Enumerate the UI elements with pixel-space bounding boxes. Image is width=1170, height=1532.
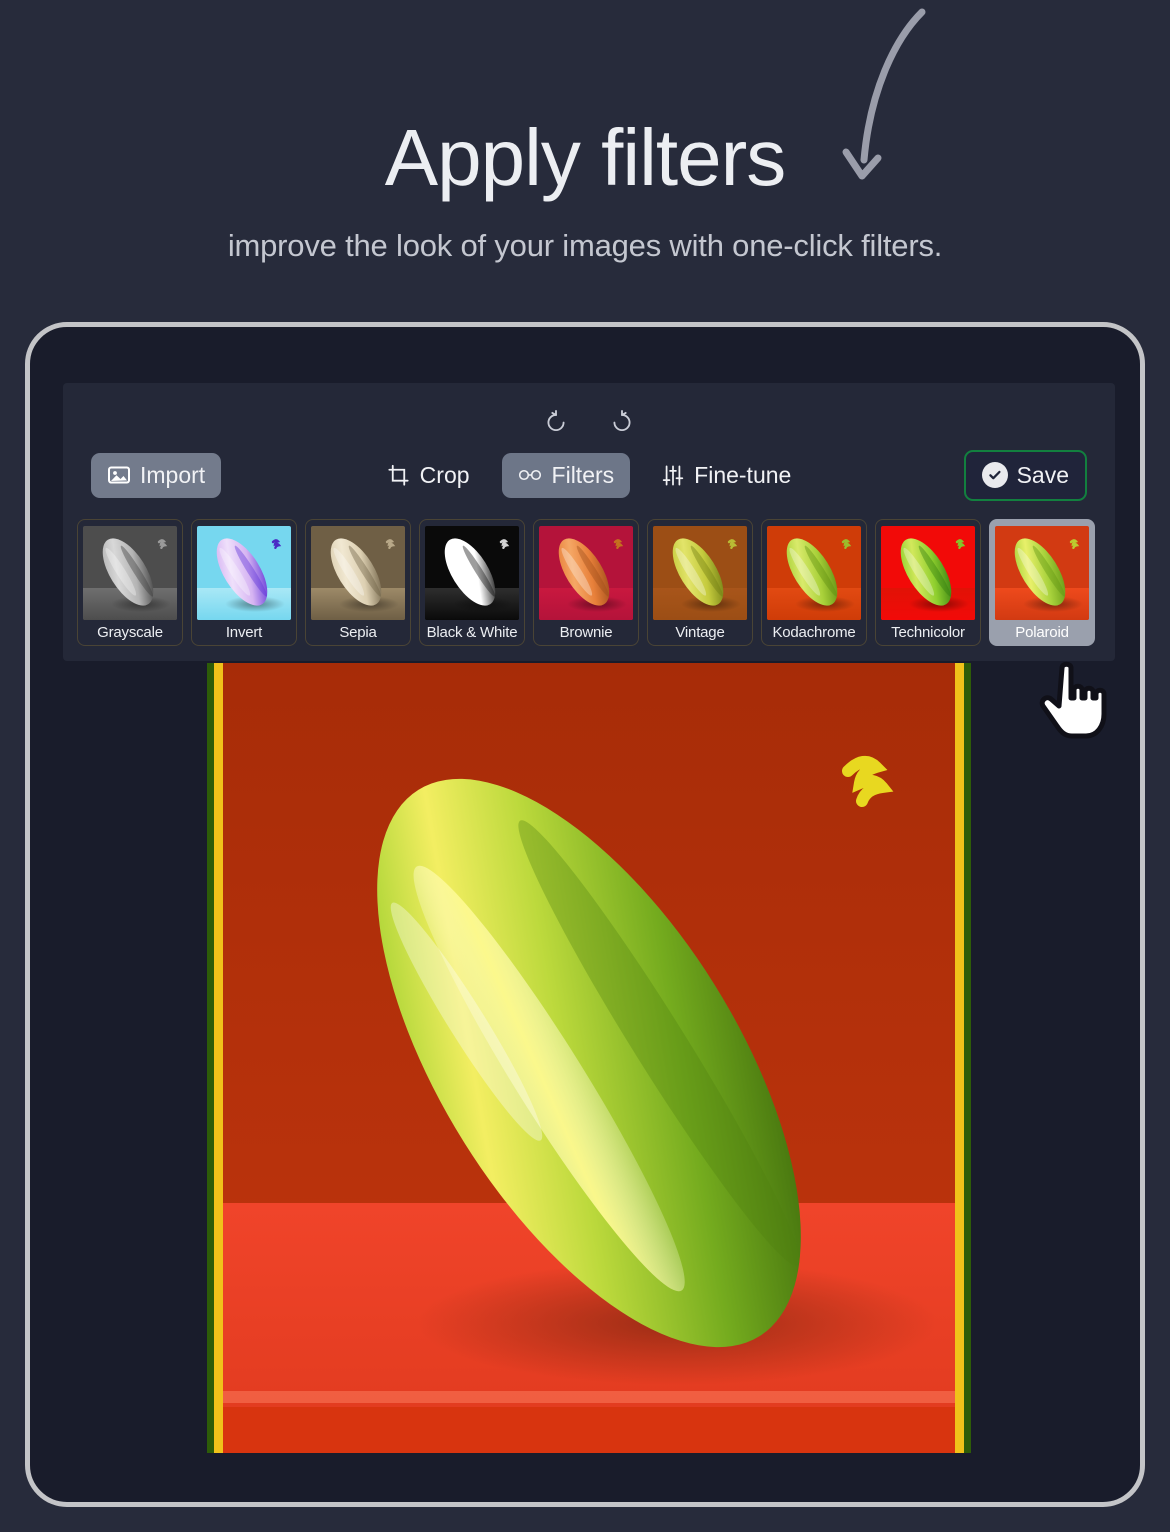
tab-crop[interactable]: Crop <box>371 453 486 498</box>
filter-thumbnail <box>995 526 1089 620</box>
filter-item-brownie[interactable]: Brownie <box>533 519 639 646</box>
page-subtitle: improve the look of your images with one… <box>227 228 943 263</box>
filter-label: Polaroid <box>1015 624 1069 641</box>
crop-icon <box>387 464 410 487</box>
filter-item-sepia[interactable]: Sepia <box>305 519 411 646</box>
spectacles-icon <box>518 467 542 483</box>
tab-filters-label: Filters <box>551 461 615 488</box>
preview-image[interactable] <box>207 663 971 1453</box>
redo-button[interactable] <box>607 407 637 437</box>
filter-thumbnail <box>197 526 291 620</box>
filter-label: Technicolor <box>891 624 965 641</box>
main-toolbar: Import Crop Filters Fine-tune Save <box>63 439 1115 511</box>
filter-thumbnail <box>881 526 975 620</box>
filter-label: Kodachrome <box>772 624 856 641</box>
filter-label: Invert <box>225 624 263 641</box>
filter-item-polaroid[interactable]: Polaroid <box>989 519 1095 646</box>
filter-label: Brownie <box>559 624 613 641</box>
filter-thumbnail <box>653 526 747 620</box>
device-screen: Import Crop Filters Fine-tune Save Grays… <box>63 383 1115 1473</box>
filter-item-black-white[interactable]: Black & White <box>419 519 525 646</box>
filter-thumbnail <box>83 526 177 620</box>
filter-thumbnail <box>767 526 861 620</box>
page-header: Apply filters improve the look of your i… <box>0 0 1170 264</box>
filter-item-vintage[interactable]: Vintage <box>647 519 753 646</box>
filter-thumbnail <box>425 526 519 620</box>
canvas-area <box>63 661 1115 1461</box>
filter-label: Sepia <box>339 624 377 641</box>
tab-fine-tune[interactable]: Fine-tune <box>646 453 807 498</box>
filter-item-invert[interactable]: Invert <box>191 519 297 646</box>
redo-icon <box>609 409 635 435</box>
filter-label: Black & White <box>426 624 518 641</box>
editor-toolbar-panel: Import Crop Filters Fine-tune Save Grays… <box>63 383 1115 661</box>
tab-crop-label: Crop <box>419 461 470 488</box>
undo-button[interactable] <box>541 407 571 437</box>
filter-item-grayscale[interactable]: Grayscale <box>77 519 183 646</box>
tab-fine-tune-label: Fine-tune <box>694 461 792 488</box>
history-controls <box>63 383 1115 439</box>
tab-filters[interactable]: Filters <box>501 452 631 498</box>
filter-thumbnail <box>539 526 633 620</box>
save-button[interactable]: Save <box>963 449 1087 501</box>
filter-item-kodachrome[interactable]: Kodachrome <box>761 519 867 646</box>
sliders-icon <box>662 464 684 487</box>
import-button-label: Import <box>140 461 206 488</box>
image-icon <box>107 463 131 487</box>
undo-icon <box>543 409 569 435</box>
filter-thumbnail <box>311 526 405 620</box>
import-button[interactable]: Import <box>91 452 222 498</box>
filter-label: Vintage <box>675 624 725 641</box>
filter-label: Grayscale <box>97 624 163 641</box>
filter-strip: Grayscale Invert Sepia Black & White Brownie… <box>63 511 1115 658</box>
filter-item-technicolor[interactable]: Technicolor <box>875 519 981 646</box>
check-circle-icon <box>981 462 1008 488</box>
page-title: Apply filters <box>384 113 786 202</box>
device-frame: Import Crop Filters Fine-tune Save Grays… <box>25 322 1145 1507</box>
save-button-label: Save <box>1016 461 1069 488</box>
